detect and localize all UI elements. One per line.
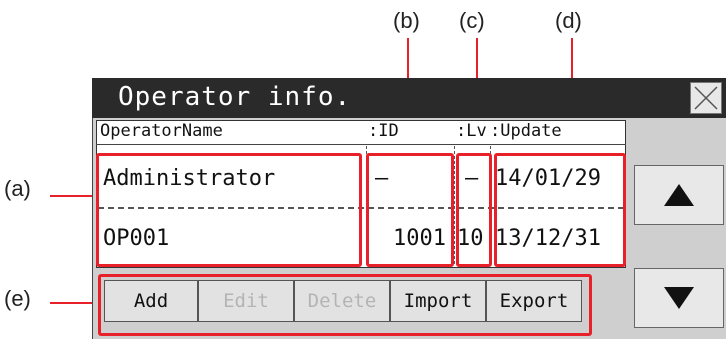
callout-label-d: (d) (555, 8, 582, 33)
highlight-box-a (96, 153, 362, 267)
highlight-box-d (494, 153, 626, 267)
callout-label-e: (e) (4, 286, 31, 311)
column-header-update: :Update (490, 121, 562, 141)
close-icon (694, 86, 718, 110)
window-title: Operator info. (118, 82, 352, 112)
header-divider (96, 144, 626, 145)
highlight-box-b (366, 153, 454, 267)
callout-label-a: (a) (4, 176, 31, 201)
highlight-box-e (98, 274, 592, 336)
highlight-box-c (456, 153, 492, 267)
callout-label-b: (b) (393, 8, 420, 33)
column-header-lv: :Lv (456, 121, 487, 141)
leader-line-e (50, 302, 98, 304)
column-header-id: :ID (368, 121, 399, 141)
scroll-down-button[interactable] (634, 268, 724, 328)
callout-label-c: (c) (459, 8, 485, 33)
arrow-down-icon (664, 287, 694, 309)
column-header-name: OperatorName (100, 121, 223, 141)
close-button[interactable] (690, 82, 722, 114)
leader-line-a (50, 195, 98, 197)
scroll-up-button[interactable] (634, 165, 724, 225)
arrow-up-icon (664, 184, 694, 206)
